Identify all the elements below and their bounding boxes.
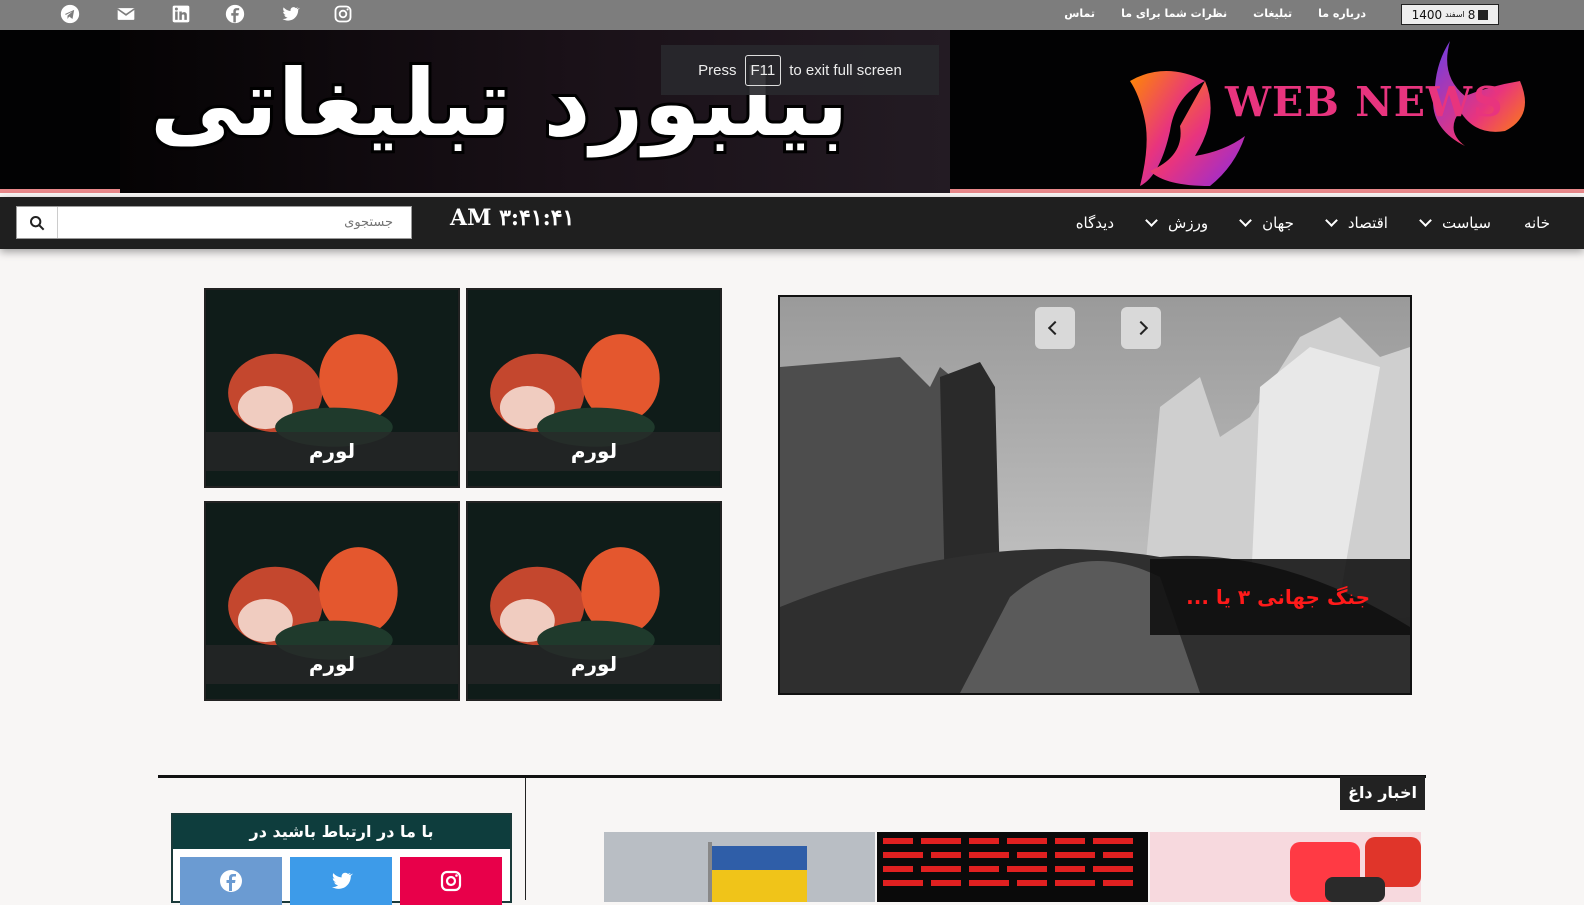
facebook-button[interactable]	[180, 857, 282, 905]
twitter-button[interactable]	[290, 857, 392, 905]
facebook-icon	[220, 870, 242, 892]
date-month: اسفند	[1445, 10, 1465, 19]
search-input[interactable]	[59, 207, 411, 238]
nav-item-world[interactable]: جهان	[1239, 214, 1294, 232]
top-bar: درباره ما تبلیغات نظرات شما برای ما تماس…	[0, 0, 1584, 30]
nav-item-label: دیدگاه	[1075, 214, 1115, 232]
news-thumb[interactable]: لورم	[204, 288, 460, 488]
twitter-icon[interactable]	[277, 0, 303, 28]
section-divider	[158, 775, 1426, 778]
top-link-contact[interactable]: تماس	[1064, 7, 1095, 20]
chevron-down-icon	[1239, 214, 1252, 227]
nav-item-label: سیاست	[1441, 214, 1491, 232]
fullscreen-press: Press	[698, 61, 737, 79]
news-image	[877, 832, 1148, 902]
chevron-left-icon	[1047, 320, 1063, 336]
thumb-caption: لورم	[206, 432, 458, 471]
search-button[interactable]	[17, 207, 58, 238]
facebook-icon[interactable]	[222, 0, 248, 28]
date-display: 1400 اسفند 8	[1401, 4, 1499, 25]
thumb-caption: لورم	[468, 432, 720, 471]
fullscreen-rest: to exit full screen	[789, 61, 902, 79]
nav-item-label: ورزش	[1168, 214, 1209, 232]
column-divider	[525, 778, 526, 900]
news-image	[1150, 832, 1421, 902]
date-day: 8	[1467, 7, 1476, 22]
slider-next-button[interactable]	[1121, 307, 1161, 349]
nav-item-economy[interactable]: اقتصاد	[1324, 214, 1388, 232]
linkedin-icon[interactable]	[168, 0, 194, 28]
contact-title: با ما در ارتباط باشید در	[173, 815, 510, 849]
news-card-ukraine[interactable]	[604, 832, 875, 902]
nav-item-politics[interactable]: سیاست	[1419, 214, 1491, 232]
headline-slider[interactable]: جنگ جهانی ۳ یا ...	[778, 295, 1412, 695]
instagram-button[interactable]	[400, 857, 502, 905]
nav-item-sports[interactable]: ورزش	[1145, 214, 1209, 232]
telegram-icon[interactable]	[57, 0, 83, 28]
thumb-caption: لورم	[468, 645, 720, 684]
thumb-caption: لورم	[206, 645, 458, 684]
top-link-about[interactable]: درباره ما	[1318, 7, 1366, 20]
news-thumb[interactable]: لورم	[466, 501, 722, 701]
instagram-icon	[440, 870, 462, 892]
news-thumb[interactable]: لورم	[466, 288, 722, 488]
news-card-apps[interactable]	[1150, 832, 1421, 902]
calendar-icon	[1478, 9, 1489, 20]
instagram-icon[interactable]	[330, 0, 356, 28]
nav-item-label: جهان	[1262, 214, 1294, 232]
nav-menu: خانه سیاست اقتصاد جهان ورزش دیدگاه	[1043, 197, 1550, 249]
top-link-ads[interactable]: تبلیغات	[1253, 7, 1292, 20]
top-links: درباره ما تبلیغات نظرات شما برای ما تماس	[1064, 7, 1366, 20]
section-title: اخبار داغ	[1340, 776, 1425, 810]
clock: AM ۳:۴۱:۴۱	[450, 205, 575, 231]
nav-item-home[interactable]: خانه	[1524, 214, 1550, 232]
chevron-down-icon	[1324, 214, 1338, 227]
search-icon	[30, 215, 45, 230]
nav-item-opinion[interactable]: دیدگاه	[1076, 214, 1114, 232]
mail-icon[interactable]	[113, 0, 139, 28]
nav-item-label: خانه	[1523, 214, 1550, 232]
chevron-down-icon	[1145, 214, 1158, 227]
fullscreen-notice: Press F11 to exit full screen	[661, 45, 939, 95]
slider-prev-button[interactable]	[1035, 307, 1075, 349]
date-year: 1400	[1411, 7, 1443, 22]
slide-caption[interactable]: جنگ جهانی ۳ یا ...	[1150, 559, 1410, 635]
nav-item-label: اقتصاد	[1347, 214, 1388, 232]
fullscreen-key: F11	[744, 54, 782, 86]
logo-text: WEB NEWS	[1225, 78, 1504, 126]
twitter-icon	[332, 872, 353, 889]
search-box	[16, 206, 412, 239]
news-card-stocks[interactable]	[877, 832, 1148, 902]
contact-box: با ما در ارتباط باشید در	[171, 813, 512, 905]
news-thumb[interactable]: لورم	[204, 501, 460, 701]
top-link-feedback[interactable]: نظرات شما برای ما	[1121, 7, 1227, 20]
site-header: بیلبورد تبلیغاتی Press F11 to exit full …	[0, 30, 1584, 193]
main-nav: AM ۳:۴۱:۴۱ خانه سیاست اقتصاد جهان ورزش د…	[0, 197, 1584, 249]
chevron-down-icon	[1419, 214, 1432, 227]
news-image	[604, 832, 875, 902]
chevron-right-icon	[1133, 320, 1149, 336]
